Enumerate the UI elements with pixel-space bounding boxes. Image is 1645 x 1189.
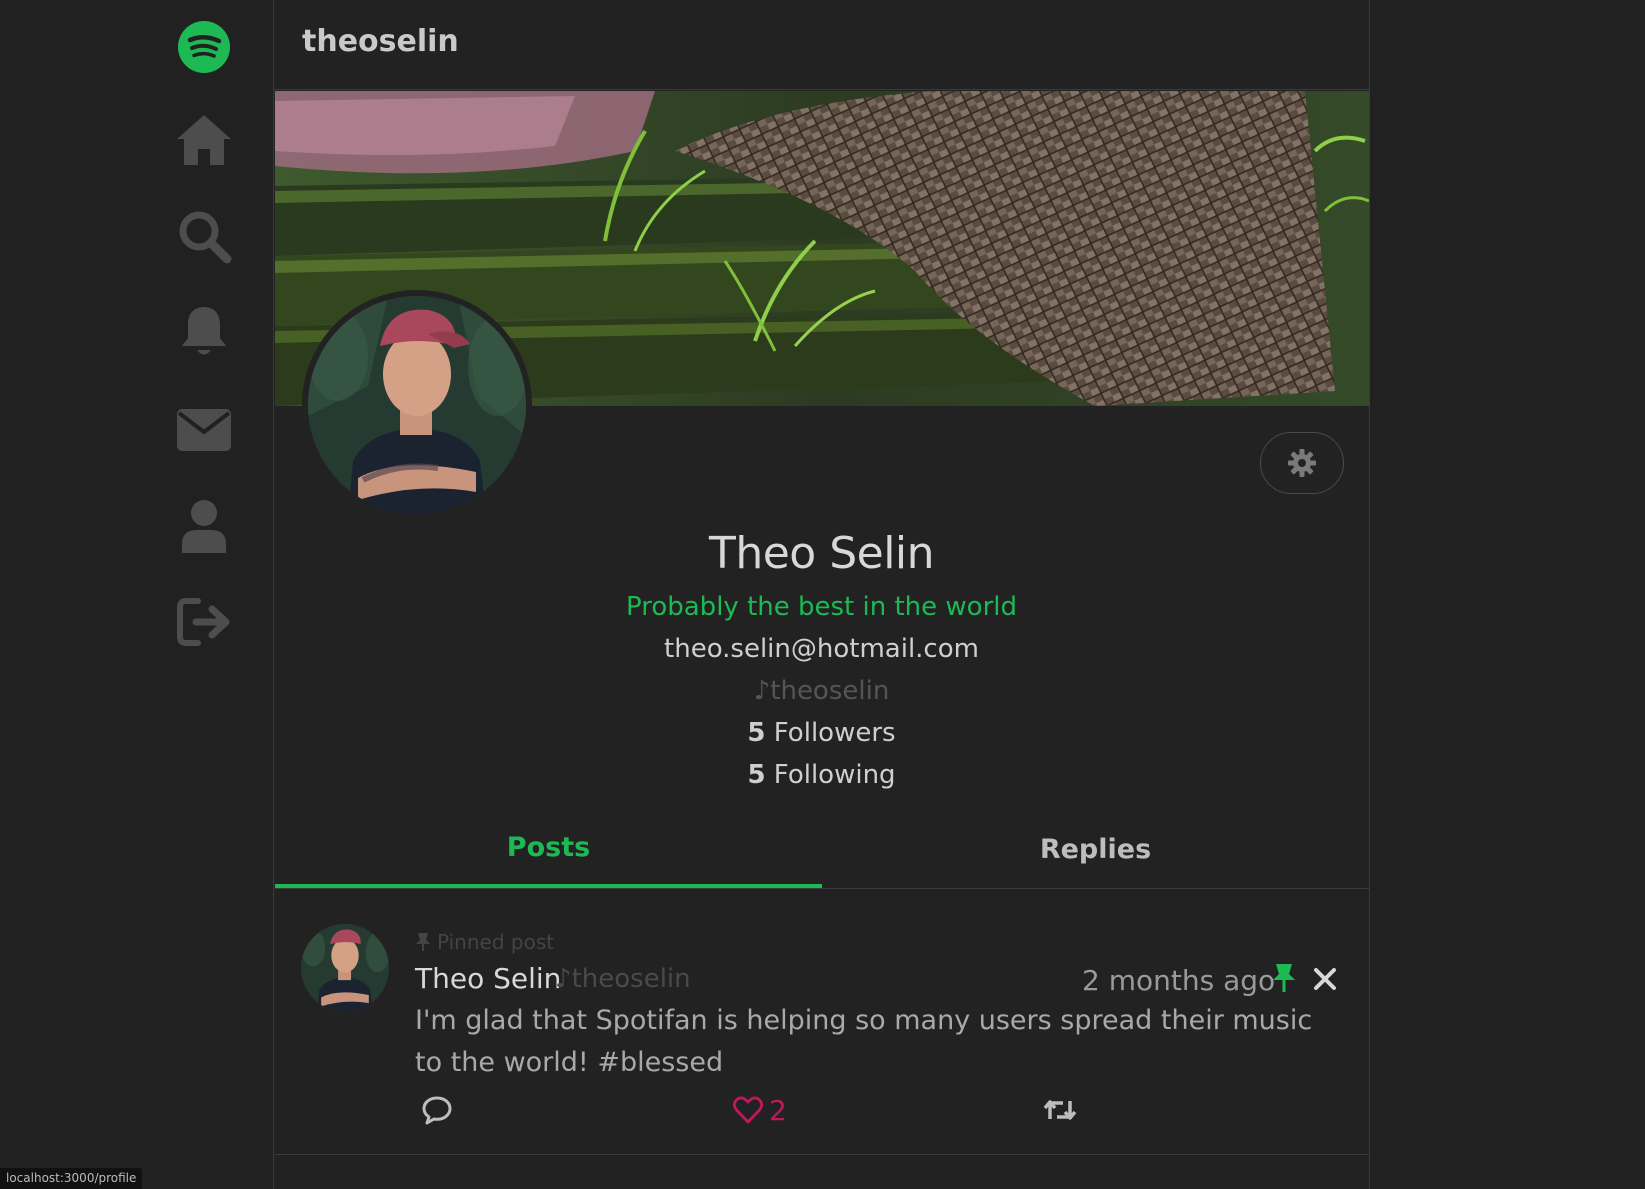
post-body: I'm glad that Spotifan is helping so man… bbox=[415, 1005, 1313, 1078]
heart-icon bbox=[733, 1096, 763, 1124]
pin-icon bbox=[416, 933, 430, 951]
gear-icon bbox=[1288, 449, 1316, 477]
page-title: theoselin bbox=[302, 24, 459, 59]
like-count: 2 bbox=[769, 1093, 787, 1127]
main-column: theoselin Theo Selin Probably the best i… bbox=[273, 0, 1370, 1189]
following-label: Following bbox=[773, 760, 896, 790]
profile-email: theo.selin@hotmail.com bbox=[664, 634, 979, 664]
repost-button[interactable] bbox=[1043, 1090, 1077, 1130]
profile-avatar bbox=[302, 290, 532, 520]
pinned-post[interactable]: Pinned post Theo Selin ♪theoselin 2 mont… bbox=[275, 890, 1369, 1155]
status-bar-url: localhost:3000/profile bbox=[0, 1168, 143, 1189]
profile-tabs: Posts Replies bbox=[275, 810, 1369, 889]
like-button[interactable]: 2 bbox=[733, 1090, 787, 1130]
followers-label: Followers bbox=[773, 718, 896, 748]
home-icon[interactable] bbox=[174, 110, 234, 170]
post-author-handle[interactable]: ♪theoselin bbox=[555, 964, 691, 994]
profile-name: Theo Selin bbox=[708, 528, 935, 579]
retweet-icon bbox=[1043, 1100, 1077, 1120]
post-author-name[interactable]: Theo Selin bbox=[415, 962, 561, 995]
sidebar bbox=[0, 0, 274, 1189]
bell-icon[interactable] bbox=[174, 302, 234, 362]
following-stat[interactable]: 5 Following bbox=[274, 760, 1369, 790]
profile-handle: ♪theoselin bbox=[753, 676, 890, 706]
profile-bio: Probably the best in the world bbox=[626, 592, 1017, 622]
delete-post-button[interactable] bbox=[1313, 962, 1347, 998]
tab-posts[interactable]: Posts bbox=[275, 810, 822, 888]
user-icon[interactable] bbox=[174, 496, 234, 556]
post-timestamp: 2 months ago bbox=[1082, 964, 1276, 997]
pin-icon bbox=[1273, 964, 1295, 992]
mail-icon[interactable] bbox=[174, 400, 234, 460]
reply-button[interactable] bbox=[421, 1090, 453, 1130]
pinned-post-label: Pinned post bbox=[415, 930, 554, 954]
followers-stat[interactable]: 5 Followers bbox=[274, 718, 1369, 748]
tab-replies[interactable]: Replies bbox=[822, 810, 1369, 888]
logout-icon[interactable] bbox=[174, 592, 234, 652]
following-count: 5 bbox=[747, 760, 766, 790]
spotify-logo-icon[interactable] bbox=[174, 17, 234, 77]
post-avatar[interactable] bbox=[301, 924, 389, 1012]
followers-count: 5 bbox=[747, 718, 766, 748]
page-header: theoselin bbox=[274, 0, 1369, 90]
pinned-post-text: Pinned post bbox=[437, 930, 555, 954]
search-icon[interactable] bbox=[174, 206, 234, 266]
comment-icon bbox=[422, 1096, 452, 1125]
settings-button[interactable] bbox=[1260, 432, 1344, 494]
close-icon bbox=[1314, 968, 1336, 990]
pin-post-button[interactable] bbox=[1271, 962, 1305, 998]
